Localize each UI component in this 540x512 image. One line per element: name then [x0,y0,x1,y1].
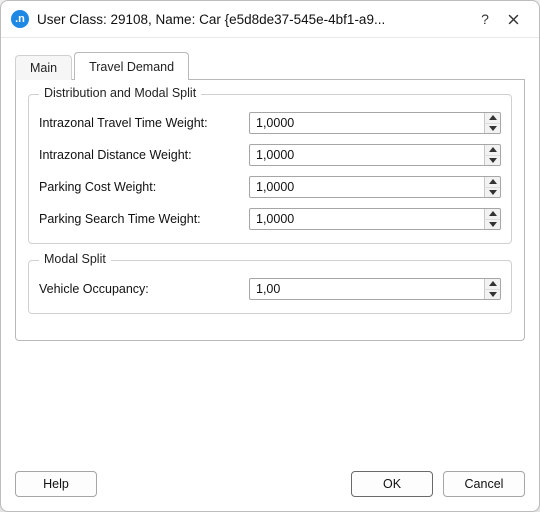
chevron-down-icon [489,190,497,195]
label-parking-cost-weight: Parking Cost Weight: [39,180,249,194]
input-vehicle-occupancy[interactable] [249,278,501,300]
chevron-down-icon [489,292,497,297]
input-parking-cost-weight[interactable] [249,176,501,198]
label-parking-search-time-weight: Parking Search Time Weight: [39,212,249,226]
row-intrazonal-distance-weight: Intrazonal Distance Weight: [39,141,501,169]
input-parking-search-time-weight[interactable] [249,208,501,230]
spin-down-parking-cost-weight[interactable] [484,188,500,198]
spin-parking-cost-weight [249,176,501,198]
spin-intrazonal-distance-weight [249,144,501,166]
chevron-up-icon [489,211,497,216]
spin-up-intrazonal-distance-weight[interactable] [484,145,500,156]
spin-up-intrazonal-travel-time-weight[interactable] [484,113,500,124]
titlebar: .n User Class: 29108, Name: Car {e5d8de3… [1,1,539,38]
tabstrip: Main Travel Demand [15,52,525,80]
chevron-down-icon [489,126,497,131]
app-icon: .n [11,10,29,28]
chevron-up-icon [489,115,497,120]
group-distribution: Distribution and Modal Split Intrazonal … [28,94,512,244]
spin-up-parking-search-time-weight[interactable] [484,209,500,220]
row-intrazonal-travel-time-weight: Intrazonal Travel Time Weight: [39,109,501,137]
client-area: Main Travel Demand Distribution and Moda… [1,38,539,467]
row-parking-search-time-weight: Parking Search Time Weight: [39,205,501,233]
spin-down-intrazonal-travel-time-weight[interactable] [484,124,500,134]
spin-down-vehicle-occupancy[interactable] [484,290,500,300]
spin-up-vehicle-occupancy[interactable] [484,279,500,290]
chevron-up-icon [489,179,497,184]
spin-intrazonal-travel-time-weight [249,112,501,134]
tab-travel-demand-label: Travel Demand [89,60,174,74]
button-bar: Help OK Cancel [1,467,539,511]
chevron-down-icon [489,158,497,163]
group-modal-split-title: Modal Split [39,252,111,266]
tab-main[interactable]: Main [15,55,72,80]
input-intrazonal-travel-time-weight[interactable] [249,112,501,134]
row-vehicle-occupancy: Vehicle Occupancy: [39,275,501,303]
label-intrazonal-travel-time-weight: Intrazonal Travel Time Weight: [39,116,249,130]
ok-button[interactable]: OK [351,471,433,497]
input-intrazonal-distance-weight[interactable] [249,144,501,166]
tab-travel-demand[interactable]: Travel Demand [74,52,189,80]
titlebar-help-button[interactable]: ? [471,5,499,33]
group-distribution-title: Distribution and Modal Split [39,86,201,100]
close-icon [508,14,519,25]
titlebar-close-button[interactable] [499,5,527,33]
chevron-down-icon [489,222,497,227]
dialog-window: .n User Class: 29108, Name: Car {e5d8de3… [0,0,540,512]
label-intrazonal-distance-weight: Intrazonal Distance Weight: [39,148,249,162]
chevron-up-icon [489,147,497,152]
label-vehicle-occupancy: Vehicle Occupancy: [39,282,249,296]
tab-main-label: Main [30,61,57,75]
group-modal-split: Modal Split Vehicle Occupancy: [28,260,512,314]
row-parking-cost-weight: Parking Cost Weight: [39,173,501,201]
dialog-title: User Class: 29108, Name: Car {e5d8de37-5… [37,12,471,27]
help-glyph-icon: ? [481,11,489,27]
help-button[interactable]: Help [15,471,97,497]
spin-parking-search-time-weight [249,208,501,230]
spin-up-parking-cost-weight[interactable] [484,177,500,188]
spin-down-intrazonal-distance-weight[interactable] [484,156,500,166]
spin-vehicle-occupancy [249,278,501,300]
cancel-button[interactable]: Cancel [443,471,525,497]
chevron-up-icon [489,281,497,286]
tabpage-travel-demand: Distribution and Modal Split Intrazonal … [15,80,525,341]
spin-down-parking-search-time-weight[interactable] [484,220,500,230]
